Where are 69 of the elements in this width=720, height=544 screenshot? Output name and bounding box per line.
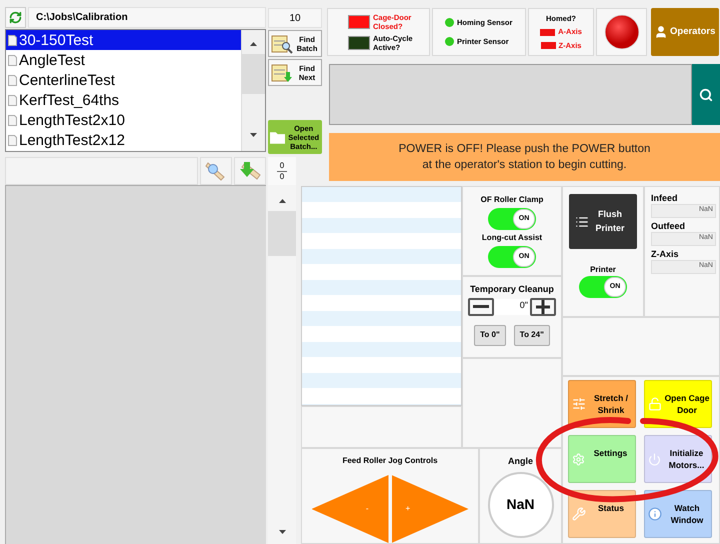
power-off-banner: POWER is OFF! Please push the POWER button at the operator's station to begin cutting. [329, 133, 720, 181]
angle-title: Angle [508, 455, 533, 468]
plus-icon [536, 300, 550, 314]
power-icon [648, 452, 661, 466]
unlock-icon [648, 397, 662, 412]
cleanup-field[interactable]: 0" [494, 298, 530, 314]
position-label: Z-Axis [651, 248, 680, 260]
search-button[interactable] [692, 64, 720, 125]
increase-button[interactable] [530, 298, 556, 316]
preset-button[interactable]: To 0" [474, 324, 506, 346]
pencil-search-icon [205, 161, 227, 181]
angle-dial: NaN [488, 472, 554, 538]
batch-item[interactable]: KerfTest_64ths [6, 90, 241, 110]
notepad-arrow-icon [271, 62, 293, 82]
next-piece-button[interactable] [234, 157, 266, 185]
scroll-thumb[interactable] [242, 54, 265, 94]
scroll-thumb[interactable] [268, 211, 296, 256]
document-icon [8, 34, 17, 46]
jog-title: Feed Roller Jog Controls [342, 455, 438, 467]
batch-item[interactable]: CenterlineTest [6, 70, 241, 90]
wrench-icon [572, 507, 586, 522]
sliders-icon [572, 397, 586, 412]
settings-icon [572, 452, 585, 466]
scrollbar[interactable] [241, 30, 265, 151]
action-button[interactable]: Settings [568, 435, 636, 484]
list-icon [575, 214, 589, 228]
batch-item[interactable]: LengthTest2x12 [6, 130, 241, 150]
batch-item[interactable]: LengthTest2x10 [6, 110, 241, 130]
batch-count: 10 [268, 8, 322, 28]
scroll-down-icon [250, 133, 257, 137]
scroll-up-icon [278, 199, 286, 203]
folder-icon [270, 130, 286, 144]
document-icon [8, 114, 17, 126]
scroll-up-icon [250, 42, 257, 46]
document-icon [8, 94, 17, 106]
path-field[interactable]: C:\Jobs\Calibration [28, 7, 266, 28]
minus-icon [473, 305, 489, 308]
document-icon [8, 74, 17, 86]
search-piece-button[interactable] [200, 157, 232, 185]
document-icon [8, 54, 17, 66]
position-label: Infeed [651, 192, 679, 204]
toggle-label: Long-cut Assist [482, 232, 542, 244]
toggle-label: OF Roller Clamp [480, 194, 544, 206]
flush-printer-button[interactable]: Flush Printer [569, 194, 637, 249]
search-icon [699, 88, 713, 102]
action-button[interactable]: Initialize Motors... [644, 435, 712, 484]
preview-scrollbar[interactable] [268, 185, 296, 544]
operators-button[interactable]: Operators [651, 8, 719, 56]
refresh-icon [9, 11, 22, 24]
preset-button[interactable]: To 24" [514, 324, 550, 346]
scroll-down-icon [278, 530, 286, 534]
piece-counter: 0 0 [268, 157, 296, 185]
search-field[interactable] [329, 64, 692, 125]
batch-item[interactable]: 30-150Test [6, 30, 241, 50]
position-label: Outfeed [651, 220, 686, 232]
printer-label: Printer [590, 264, 616, 276]
decrease-button[interactable] [468, 298, 494, 316]
action-button[interactable]: Open Cage Door [644, 380, 712, 428]
arrow-down-icon [239, 161, 261, 181]
info-icon [648, 507, 662, 522]
document-icon [8, 134, 17, 146]
refresh-button[interactable] [5, 7, 26, 28]
user-icon [654, 25, 668, 39]
piece-field[interactable] [5, 157, 198, 185]
cleanup-title: Temporary Cleanup [470, 283, 554, 296]
power-lamp-icon [604, 14, 640, 50]
notepad-search-icon [271, 34, 293, 54]
batch-item[interactable]: AngleTest [6, 50, 241, 70]
action-button[interactable]: Watch Window [644, 490, 712, 538]
